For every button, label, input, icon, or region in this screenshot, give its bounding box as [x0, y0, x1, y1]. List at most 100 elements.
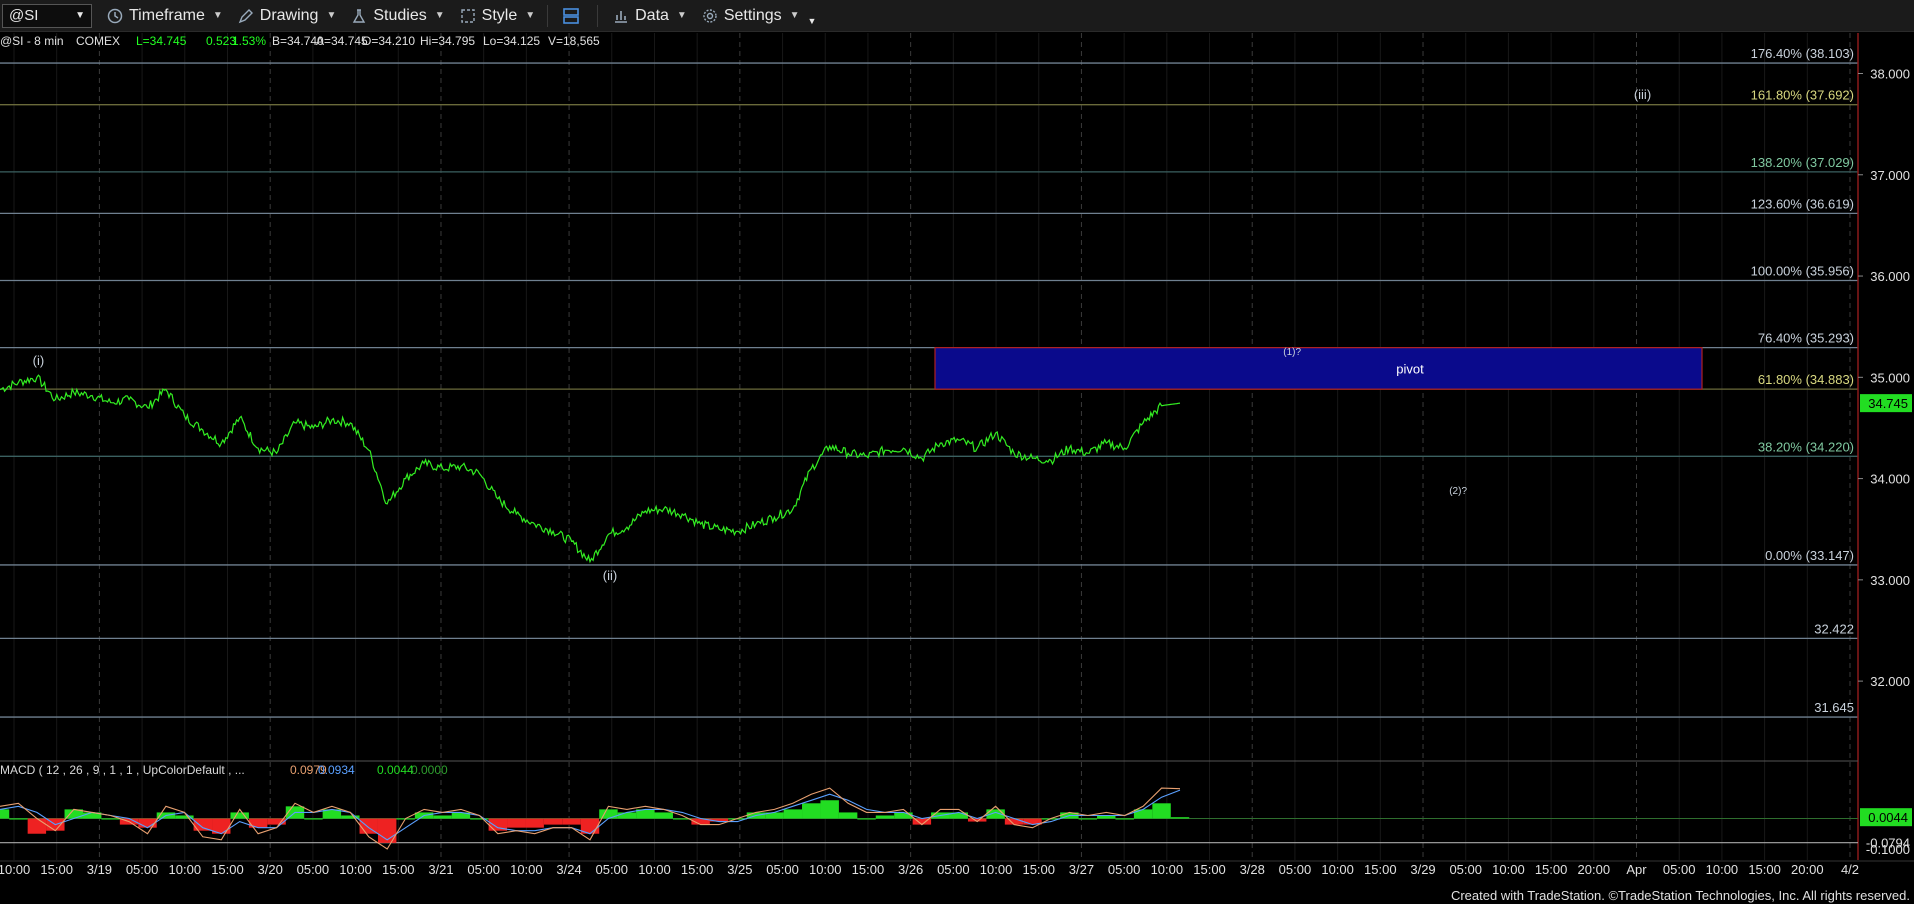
- fib-label: 31.645: [1814, 700, 1854, 715]
- x-tick-label: 05:00: [467, 862, 500, 877]
- macd-histogram-bar: [562, 818, 581, 825]
- macd-histogram-bar: [1133, 809, 1153, 819]
- zero-value: 0.0000: [411, 763, 448, 777]
- x-tick-label: 10:00: [1492, 862, 1525, 877]
- price-axis[interactable]: 38.000 37.000 36.000 35.000 34.000 33.000 32.0…: [1857, 33, 1912, 860]
- x-tick-label: 10:00: [638, 862, 671, 877]
- x-tick-label: 15:00: [1748, 862, 1781, 877]
- macd-histogram-bar: [802, 803, 821, 819]
- macd-histogram-bar: [248, 818, 268, 828]
- macd-histogram-bar: [0, 809, 10, 819]
- macd-histogram-bar: [1115, 818, 1134, 820]
- x-tick-label: 3/25: [727, 862, 752, 877]
- y-tick-label: 33.000: [1870, 573, 1910, 588]
- y-tick-label: 38.000: [1870, 67, 1910, 82]
- macd-histogram-bar: [857, 818, 876, 820]
- x-tick-label: 4/2: [1841, 862, 1859, 877]
- y-tick-label: 35.000: [1870, 370, 1910, 385]
- x-tick-label: 3/26: [898, 862, 923, 877]
- wave-label: (ii): [603, 568, 617, 583]
- fib-label: 76.40% (35.293): [1758, 331, 1854, 346]
- diff-value: 0.0044: [377, 763, 414, 777]
- price-line: [0, 374, 1181, 564]
- y-tick-label: 34.000: [1870, 472, 1910, 487]
- x-tick-label: 15:00: [1535, 862, 1568, 877]
- wave-label: (i): [33, 353, 45, 368]
- macd-histogram-bar: [1004, 818, 1024, 825]
- x-tick-label: 05:00: [1663, 862, 1696, 877]
- price-chart[interactable]: 176.40% (38.103) 161.80% (37.692) 138.20% …: [0, 0, 1914, 904]
- x-tick-label: 15:00: [40, 862, 73, 877]
- x-tick-label: 05:00: [1279, 862, 1312, 877]
- header-stat: L=34.745: [136, 34, 187, 48]
- x-tick-label: 10:00: [169, 862, 202, 877]
- wave-label: (1)?: [1283, 347, 1301, 358]
- wave-label: (2)?: [1449, 486, 1467, 497]
- y-tick-label: 32.000: [1870, 674, 1910, 689]
- header-stat: Lo=34.125: [483, 34, 540, 48]
- fib-label: 61.80% (34.883): [1758, 372, 1854, 387]
- fib-label: 100.00% (35.956): [1751, 263, 1854, 278]
- y-tick-label: 37.000: [1870, 168, 1910, 183]
- x-tick-label: 15:00: [1364, 862, 1397, 877]
- macd-histogram-bar: [525, 818, 544, 828]
- fib-label: 38.20% (34.220): [1758, 439, 1854, 454]
- fib-label: 176.40% (38.103): [1751, 46, 1854, 61]
- x-tick-label: 05:00: [595, 862, 628, 877]
- macd-histogram-bar: [654, 812, 673, 819]
- x-tick-label: 20:00: [1578, 862, 1611, 877]
- macd-panel: -0.0794-0.10000.0044: [0, 760, 1912, 857]
- y-tick-label: 36.000: [1870, 269, 1910, 284]
- x-tick-label: 3/27: [1069, 862, 1094, 877]
- x-tick-label: 3/29: [1410, 862, 1435, 877]
- fib-label: 123.60% (36.619): [1751, 196, 1854, 211]
- fib-label: 161.80% (37.692): [1751, 88, 1854, 103]
- macd-histogram-bar: [1170, 817, 1190, 819]
- header-stat: Hi=34.795: [420, 34, 475, 48]
- x-tick-label: 3/20: [258, 862, 283, 877]
- x-tick-label: 10:00: [1151, 862, 1184, 877]
- macd-histogram-bar: [1078, 818, 1098, 820]
- x-tick-label: 10:00: [980, 862, 1013, 877]
- x-tick-label: 15:00: [1022, 862, 1055, 877]
- last-price-label: 34.745: [1868, 396, 1908, 411]
- fib-label: 0.00% (33.147): [1765, 548, 1854, 563]
- x-tick-label: 10:00: [1706, 862, 1739, 877]
- macd-legend: MACD ( 12 , 26 , 9 , 1 , 1 , UpColorDefa…: [0, 763, 245, 777]
- copyright-footer: Created with TradeStation. ©TradeStation…: [1451, 888, 1910, 903]
- x-tick-label: 05:00: [766, 862, 799, 877]
- macd-last-label: 0.0044: [1868, 810, 1908, 825]
- header-stat: V=18,565: [548, 34, 600, 48]
- macd-histogram-bar: [543, 818, 563, 825]
- x-tick-label: 10:00: [339, 862, 372, 877]
- x-tick-label: 15:00: [681, 862, 714, 877]
- x-tick-label: 10:00: [0, 862, 30, 877]
- macd-histogram-bar: [875, 815, 895, 819]
- x-tick-label: 15:00: [852, 862, 885, 877]
- time-axis[interactable]: 10:00 15:00 3/19 05:00 10:00 15:00 3/20 05:00 10…: [0, 860, 1914, 877]
- x-tick-label: 05:00: [1449, 862, 1482, 877]
- x-tick-label: 05:00: [297, 862, 330, 877]
- macd-histogram-bar: [433, 815, 452, 819]
- x-tick-label: 15:00: [211, 862, 244, 877]
- header-symbol-interval: @SI - 8 min: [0, 34, 64, 48]
- x-tick-label: 3/28: [1240, 862, 1265, 877]
- macd-histogram-bar: [1152, 803, 1171, 819]
- x-tick-label: 05:00: [126, 862, 159, 877]
- x-tick-label: 15:00: [1193, 862, 1226, 877]
- wave-labels: (i)(ii)(iii)(iv)(1)?(2)?: [33, 87, 1652, 583]
- header-stat: 1.53%: [232, 34, 266, 48]
- macd-histogram-bar: [27, 818, 47, 834]
- signal-value: 0.0934: [318, 763, 355, 777]
- x-tick-label: 05:00: [1108, 862, 1141, 877]
- x-tick-label: 10:00: [510, 862, 543, 877]
- macd-histogram-bar: [101, 818, 120, 820]
- fib-label: 138.20% (37.029): [1751, 155, 1854, 170]
- macd-histogram-bar: [9, 818, 28, 820]
- macd-histogram-bar: [894, 812, 913, 819]
- header-stat: O=34.210: [362, 34, 415, 48]
- header-exchange: COMEX: [76, 34, 120, 48]
- x-tick-label: 05:00: [937, 862, 970, 877]
- x-tick-label: 10:00: [809, 862, 842, 877]
- pivot-zone: pivot: [934, 347, 1703, 390]
